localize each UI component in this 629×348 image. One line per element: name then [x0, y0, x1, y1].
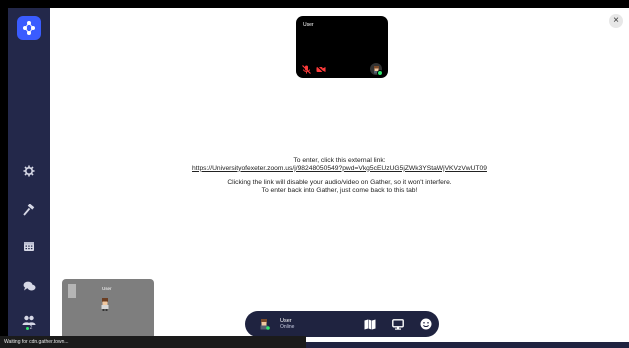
chat-icon [23, 281, 35, 291]
monitor-icon [392, 318, 404, 330]
network-icon [23, 21, 35, 35]
message-audio-note: Clicking the link will disable your audi… [227, 179, 452, 187]
online-dot [25, 326, 29, 330]
browser-status-bar: Waiting for cdn.gather.town... [0, 336, 306, 348]
user-status-block[interactable]: User Online [280, 318, 294, 330]
build-button[interactable] [20, 201, 38, 219]
online-status-dot [377, 70, 383, 76]
close-button[interactable]: × [609, 14, 623, 28]
camera-off-icon[interactable] [316, 65, 326, 74]
avatar-character-icon [101, 298, 109, 311]
user-status: Online [280, 324, 295, 330]
bottom-toolbar: User Online [245, 311, 439, 337]
zoom-link[interactable]: https://Universityofexeter.zoom.us/j/982… [192, 165, 487, 172]
gear-icon [23, 165, 35, 177]
minimap-object [68, 284, 76, 298]
calendar-button[interactable] [20, 237, 38, 255]
avatar[interactable] [258, 318, 270, 330]
mic-off-icon[interactable] [302, 65, 311, 74]
participant-count: 2 [25, 325, 33, 331]
external-link-message: To enter, click this external link: http… [50, 157, 629, 194]
sidebar: 2 [8, 8, 50, 348]
avatar [370, 63, 383, 76]
chat-button[interactable] [20, 277, 38, 295]
calendar-icon [24, 242, 34, 251]
self-video-tile[interactable]: User [296, 16, 388, 78]
settings-button[interactable] [20, 162, 38, 180]
close-icon: × [613, 15, 619, 26]
gather-logo-button[interactable] [17, 16, 41, 40]
participants-button[interactable]: 2 [20, 312, 38, 334]
message-return-note: To enter back into Gather, just come bac… [261, 186, 418, 194]
screen-share-button[interactable] [392, 318, 404, 330]
emote-button[interactable] [420, 318, 432, 330]
minimap-preview[interactable]: User [62, 279, 154, 342]
map-icon [364, 319, 376, 329]
map-button[interactable] [364, 318, 376, 330]
video-user-label: User [303, 22, 314, 28]
hammer-icon [23, 204, 35, 216]
gather-window: 2 × User To enter, click this external l… [8, 8, 629, 348]
participant-count-label: 2 [29, 325, 33, 331]
minimap-user-label: User [102, 286, 112, 291]
smiley-icon [420, 318, 432, 330]
message-instruction: To enter, click this external link: [293, 157, 386, 164]
people-icon [22, 315, 36, 325]
media-status [302, 65, 326, 74]
